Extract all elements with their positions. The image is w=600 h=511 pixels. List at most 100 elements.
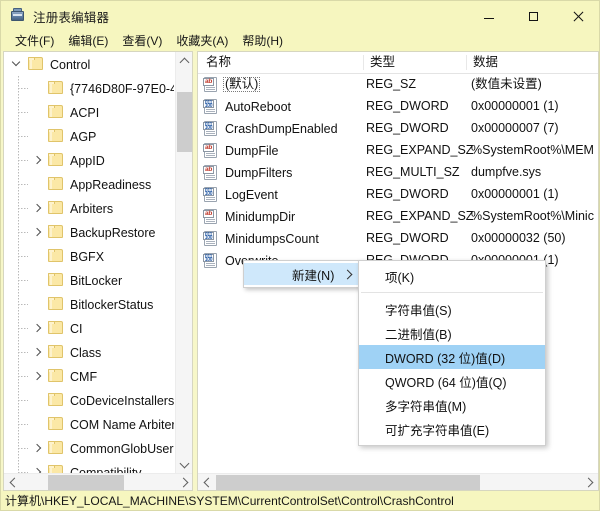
- window-controls: [466, 1, 600, 31]
- string-value-icon: ab: [203, 165, 219, 180]
- folder-icon: [48, 465, 63, 473]
- tree-item-label: BitLocker: [67, 274, 125, 290]
- submenu-item-label: QWORD (64 位)值(Q): [385, 372, 507, 391]
- list-horizontal-scrollbar[interactable]: [198, 473, 598, 490]
- tree-item-ci[interactable]: CI: [4, 316, 174, 340]
- tree-item-label: {7746D80F-97E0-4E26-: [67, 82, 174, 98]
- tree-item-label: BGFX: [67, 250, 107, 266]
- tree-scroll-up-button[interactable]: [176, 52, 193, 69]
- tree-horizontal-scrollbar[interactable]: [4, 473, 193, 490]
- tree-scroll-left-button[interactable]: [4, 474, 21, 491]
- tree-elbow-line: [18, 352, 28, 353]
- tree-item-class[interactable]: Class: [4, 340, 174, 364]
- tree-item-agp[interactable]: AGP: [4, 124, 174, 148]
- tree-item-bgfx[interactable]: BGFX: [4, 244, 174, 268]
- maximize-button[interactable]: [511, 1, 556, 31]
- submenu-item-0[interactable]: 项(K): [359, 264, 545, 288]
- tree-item-bitlocker[interactable]: BitLocker: [4, 268, 174, 292]
- tree-elbow-line: [18, 136, 28, 137]
- tree-item-acpi[interactable]: ACPI: [4, 100, 174, 124]
- tree-horizontal-scroll-thumb[interactable]: [48, 475, 124, 490]
- tree-item-backuprestore[interactable]: BackupRestore: [4, 220, 174, 244]
- dword-value-icon: 011100: [203, 253, 219, 268]
- column-header-type[interactable]: 类型: [370, 56, 395, 69]
- chevron-right-icon[interactable]: [32, 154, 44, 166]
- tree-item-compatibility[interactable]: Compatibility: [4, 460, 174, 473]
- table-row[interactable]: abDumpFileREG_EXPAND_SZ%SystemRoot%\MEM: [198, 140, 598, 162]
- list-horizontal-scroll-thumb[interactable]: [216, 475, 480, 490]
- minimize-button[interactable]: [466, 1, 511, 31]
- dword-value-icon: 011100: [203, 99, 219, 114]
- menu-file[interactable]: 文件(F): [8, 33, 61, 49]
- submenu-item-6[interactable]: 可扩充字符串值(E): [359, 417, 545, 441]
- tree-item-appreadiness[interactable]: AppReadiness: [4, 172, 174, 196]
- menu-help[interactable]: 帮助(H): [235, 33, 290, 49]
- chevron-right-icon[interactable]: [32, 466, 44, 473]
- context-menu: 新建(N): [243, 260, 361, 288]
- chevron-right-icon[interactable]: [32, 442, 44, 454]
- tree-item-label: Control: [47, 58, 93, 74]
- tree-item-appid[interactable]: AppID: [4, 148, 174, 172]
- tree-scroll-right-button[interactable]: [176, 474, 193, 491]
- table-row[interactable]: 011100CrashDumpEnabledREG_DWORD0x0000000…: [198, 118, 598, 140]
- column-header-data[interactable]: 数据: [473, 56, 498, 69]
- column-divider-2[interactable]: [466, 55, 467, 70]
- chevron-right-icon[interactable]: [32, 226, 44, 238]
- tree-item-codeviceinstallers[interactable]: CoDeviceInstallers: [4, 388, 174, 412]
- chevron-right-icon[interactable]: [32, 202, 44, 214]
- table-row[interactable]: abDumpFiltersREG_MULTI_SZdumpfve.sys: [198, 162, 598, 184]
- folder-icon: [48, 273, 63, 286]
- tree-vertical-scroll-thumb[interactable]: [177, 92, 192, 152]
- tree-item-label: BitlockerStatus: [67, 298, 156, 314]
- tree-item-control[interactable]: Control: [4, 52, 174, 76]
- submenu-item-4[interactable]: QWORD (64 位)值(Q): [359, 369, 545, 393]
- menu-edit[interactable]: 编辑(E): [61, 33, 115, 49]
- list-scroll-left-button[interactable]: [198, 474, 215, 491]
- column-divider-1[interactable]: [363, 55, 364, 70]
- folder-icon: [48, 369, 63, 382]
- folder-icon: [48, 105, 63, 118]
- submenu-item-3[interactable]: DWORD (32 位)值(D): [359, 345, 545, 369]
- folder-icon: [48, 417, 63, 430]
- tree-scroll-down-button[interactable]: [176, 456, 193, 473]
- tree-elbow-line: [18, 184, 28, 185]
- chevron-right-icon[interactable]: [32, 370, 44, 382]
- chevron-down-icon[interactable]: [12, 58, 24, 70]
- value-name-cell: (默认): [223, 77, 260, 92]
- tree-item-commonglobusersett[interactable]: CommonGlobUserSett: [4, 436, 174, 460]
- submenu-item-2[interactable]: 二进制值(B): [359, 321, 545, 345]
- table-row[interactable]: ab(默认)REG_SZ(数值未设置): [198, 74, 598, 96]
- menu-favorites[interactable]: 收藏夹(A): [169, 33, 235, 49]
- tree-item-label: AppID: [67, 154, 108, 170]
- submenu-item-1[interactable]: 字符串值(S): [359, 297, 545, 321]
- tree-item-label: CommonGlobUserSett: [67, 442, 174, 458]
- table-row[interactable]: 011100MinidumpsCountREG_DWORD0x00000032 …: [198, 228, 598, 250]
- tree-elbow-line: [18, 160, 28, 161]
- tree-elbow-line: [18, 304, 28, 305]
- submenu-item-label: 字符串值(S): [385, 300, 452, 319]
- window-title: 注册表编辑器: [33, 7, 109, 26]
- tree-item-arbiters[interactable]: Arbiters: [4, 196, 174, 220]
- column-header-name[interactable]: 名称: [206, 56, 231, 69]
- registry-tree[interactable]: Control {7746D80F-97E0-4E26- ACPIAGP AppID A…: [4, 52, 174, 473]
- close-button[interactable]: [556, 1, 600, 31]
- tree-item-cmf[interactable]: CMF: [4, 364, 174, 388]
- dword-value-icon: 011100: [203, 121, 219, 136]
- menu-view[interactable]: 查看(V): [115, 33, 169, 49]
- submenu-item-5[interactable]: 多字符串值(M): [359, 393, 545, 417]
- table-row[interactable]: 011100AutoRebootREG_DWORD0x00000001 (1): [198, 96, 598, 118]
- tree-item-label: CI: [67, 322, 86, 338]
- value-data-cell: 0x00000007 (7): [471, 122, 559, 135]
- tree-item-com-name-arbiter[interactable]: COM Name Arbiter: [4, 412, 174, 436]
- value-name-cell: MinidumpDir: [223, 210, 297, 225]
- context-menu-item-new[interactable]: 新建(N): [244, 263, 360, 285]
- list-scroll-right-button[interactable]: [581, 474, 598, 491]
- value-name-cell: DumpFilters: [223, 166, 294, 181]
- chevron-right-icon[interactable]: [32, 322, 44, 334]
- table-row[interactable]: 011100LogEventREG_DWORD0x00000001 (1): [198, 184, 598, 206]
- tree-item-bitlockerstatus[interactable]: BitlockerStatus: [4, 292, 174, 316]
- table-row[interactable]: abMinidumpDirREG_EXPAND_SZ%SystemRoot%\M…: [198, 206, 598, 228]
- tree-vertical-scrollbar[interactable]: [175, 52, 192, 473]
- chevron-right-icon[interactable]: [32, 346, 44, 358]
- tree-item-7746d80f-97e0-4e26[interactable]: {7746D80F-97E0-4E26-: [4, 76, 174, 100]
